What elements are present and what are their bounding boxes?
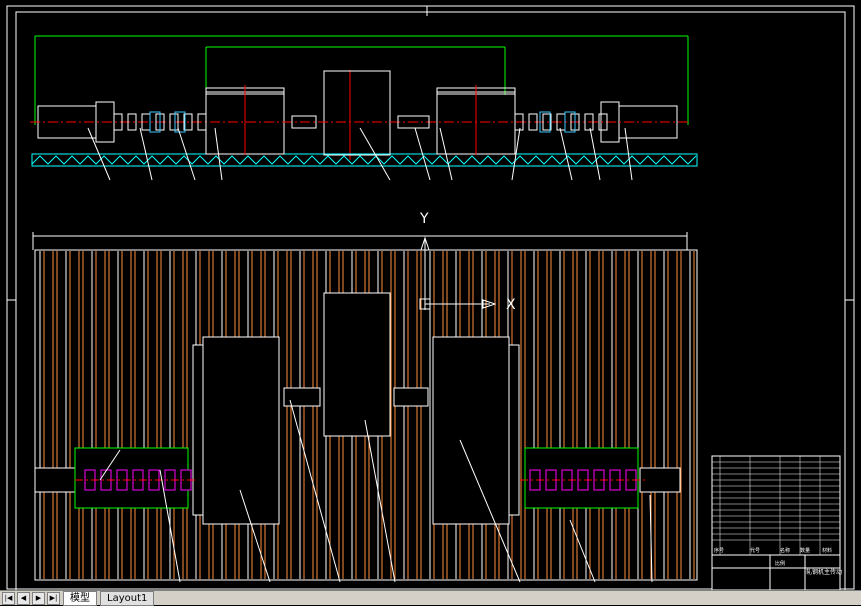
axis-x-label: X — [506, 297, 516, 313]
plan-left-stand — [202, 336, 280, 525]
title-block-header-cell: 序号 — [714, 547, 724, 554]
title-block-header-cell: 代号 — [750, 547, 760, 554]
next-tab-button[interactable]: ▶ — [32, 591, 45, 605]
tab-layout1[interactable]: Layout1 — [100, 590, 155, 606]
plan-left-motor — [34, 467, 76, 493]
central-gearbox — [323, 70, 391, 156]
axis-y-label: Y — [419, 211, 429, 227]
title-block-header-cell: 名称 — [780, 547, 790, 554]
title-block: 轧钢机主传动 序号 代号 名称 数量 材料比例 — [711, 455, 842, 590]
title-block-header-cell: 数量 — [800, 547, 810, 554]
title-block-header-cell: 材料 — [822, 547, 832, 554]
title-block-scale-label: 比例 — [775, 560, 785, 567]
plan-right-stand — [432, 336, 510, 525]
plan-central-gearbox — [323, 292, 391, 437]
last-tab-button[interactable]: ▶| — [47, 591, 60, 605]
plan-view: Y X — [32, 211, 698, 583]
prev-tab-button[interactable]: ◀ — [17, 591, 30, 605]
elevation-view — [30, 35, 698, 181]
title-block-drawing-name: 轧钢机主传动 — [806, 568, 842, 576]
first-tab-button[interactable]: |◀ — [2, 591, 15, 605]
plan-right-motor — [639, 467, 681, 493]
cad-drawing: Y X 轧钢机主传动 序号 代号 名称 数量 材料比例 — [6, 5, 855, 590]
layout-tab-bar: |◀ ◀ ▶ ▶| 模型 Layout1 — [0, 590, 861, 606]
cad-drawing-viewport[interactable]: Y X 轧钢机主传动 序号 代号 名称 数量 材料比例 — [0, 0, 861, 590]
tab-model[interactable]: 模型 — [63, 590, 97, 606]
